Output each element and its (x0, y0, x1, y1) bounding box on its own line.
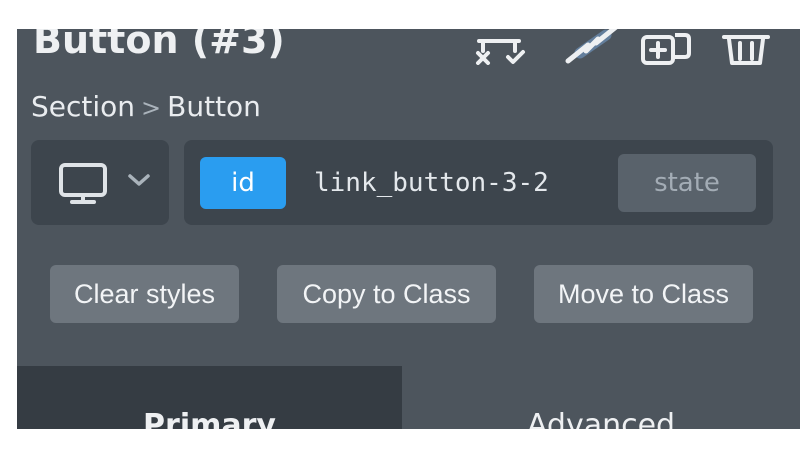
id-selector-tag[interactable]: id (200, 157, 286, 209)
tab-primary-label: Primary (143, 408, 276, 429)
breadcrumb-current: Button (167, 90, 261, 123)
breadcrumb-parent[interactable]: Section (31, 90, 135, 123)
breadcrumb-separator: > (141, 94, 162, 122)
duplicate-icon[interactable] (641, 33, 693, 65)
link-icon[interactable] (560, 29, 624, 67)
move-to-class-button[interactable]: Move to Class (534, 265, 753, 323)
state-button[interactable]: state (618, 154, 756, 212)
swap-icon[interactable] (469, 33, 529, 65)
trash-icon[interactable] (722, 33, 770, 65)
tab-primary[interactable]: Primary (17, 366, 402, 429)
element-title: Button (#3) (33, 29, 285, 62)
breadcrumb: Section > Button (31, 89, 261, 126)
selector-bar: id link_button-3-2 state (184, 140, 773, 225)
tab-advanced[interactable]: Advanced (402, 366, 800, 429)
element-id-value[interactable]: link_button-3-2 (314, 157, 549, 209)
chevron-down-icon (127, 172, 151, 192)
desktop-icon (59, 163, 107, 209)
element-panel: Button (#3) Section > Button id link_but… (17, 29, 800, 429)
device-mode-dropdown[interactable] (31, 140, 169, 225)
clear-styles-button[interactable]: Clear styles (50, 265, 239, 323)
panel-tabs: Primary Advanced (17, 366, 800, 429)
tab-advanced-label: Advanced (526, 408, 676, 429)
copy-to-class-button[interactable]: Copy to Class (277, 265, 496, 323)
